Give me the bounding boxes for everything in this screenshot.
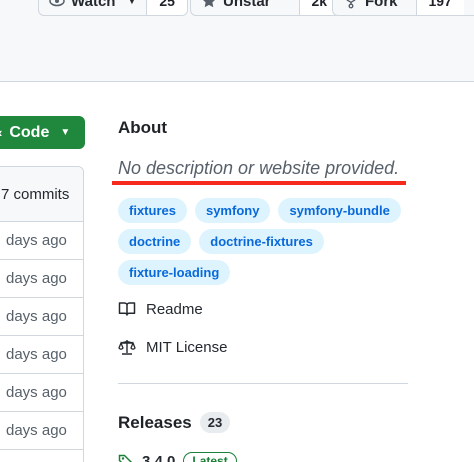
about-description: No description or website provided. <box>118 158 400 178</box>
readme-label: Readme <box>146 300 203 318</box>
release-version[interactable]: 3.4.0 <box>142 453 175 462</box>
releases-header[interactable]: Releases 23 <box>118 412 231 433</box>
eye-icon <box>49 0 65 9</box>
latest-release-item[interactable]: 3.4.0 Latest <box>118 452 237 462</box>
topic-tag[interactable]: doctrine <box>118 229 192 254</box>
red-underline-annotation <box>112 181 406 185</box>
fork-count[interactable]: 197 <box>415 0 464 15</box>
commits-header[interactable]: 7 commits <box>0 167 83 222</box>
file-row[interactable]: days ago <box>0 298 83 336</box>
file-row[interactable]: days ago <box>0 412 83 450</box>
watch-label: Watch <box>71 0 116 10</box>
file-list: 7 commits days ago days ago days ago day… <box>0 166 84 462</box>
topic-tag[interactable]: doctrine-fixtures <box>199 229 324 254</box>
topic-tag[interactable]: symfony-bundle <box>278 198 401 223</box>
file-row[interactable]: days ago <box>0 260 83 298</box>
file-row-age: days ago <box>6 346 67 363</box>
watch-button-group[interactable]: Watch ▼ 25 <box>38 0 188 16</box>
code-button[interactable]: ‹ Code ▼ <box>0 116 85 149</box>
topic-tag[interactable]: symfony <box>194 198 271 223</box>
topics-list: fixtures symfony symfony-bundle doctrine… <box>118 198 418 291</box>
releases-title[interactable]: Releases <box>118 413 192 433</box>
repo-header-bar: Watch ▼ 25 Unstar 2k Fork 197 <box>0 0 474 82</box>
commits-link[interactable]: 7 commits <box>1 186 69 203</box>
file-row[interactable]: days ago <box>0 222 83 260</box>
file-row[interactable]: days ago <box>0 374 83 412</box>
unstar-button-group[interactable]: Unstar 2k <box>190 0 341 16</box>
chevron-left-icon: ‹ <box>0 125 2 140</box>
file-row-age: days ago <box>6 384 67 401</box>
tag-icon <box>118 453 134 462</box>
code-button-label: Code <box>9 123 50 141</box>
watch-button[interactable]: Watch ▼ <box>39 0 146 15</box>
file-row-age: days ago <box>6 422 67 439</box>
fork-button-group[interactable]: Fork 197 <box>332 0 474 16</box>
releases-count-badge: 23 <box>199 412 231 433</box>
license-link[interactable]: MIT License <box>118 338 227 356</box>
unstar-label: Unstar <box>223 0 271 10</box>
section-divider <box>118 383 408 384</box>
file-row-age: days ago <box>6 308 67 325</box>
star-icon <box>201 0 217 9</box>
unstar-button[interactable]: Unstar <box>191 0 299 15</box>
book-icon <box>118 300 136 318</box>
readme-link[interactable]: Readme <box>118 300 203 318</box>
fork-button[interactable]: Fork <box>333 0 416 15</box>
file-row-age: days ago <box>6 232 67 249</box>
license-label: MIT License <box>146 338 228 356</box>
watch-count[interactable]: 25 <box>146 0 187 15</box>
latest-badge: Latest <box>183 452 237 462</box>
about-heading: About <box>118 118 168 137</box>
file-row[interactable]: days ago <box>0 336 83 374</box>
fork-icon <box>343 0 359 9</box>
chevron-down-icon: ▼ <box>60 127 71 138</box>
topic-tag[interactable]: fixture-loading <box>118 260 231 285</box>
topic-tag[interactable]: fixtures <box>118 198 187 223</box>
fork-label: Fork <box>365 0 398 10</box>
chevron-down-icon: ▼ <box>127 0 137 6</box>
file-row-age: days ago <box>6 270 67 287</box>
law-scale-icon <box>118 338 136 356</box>
